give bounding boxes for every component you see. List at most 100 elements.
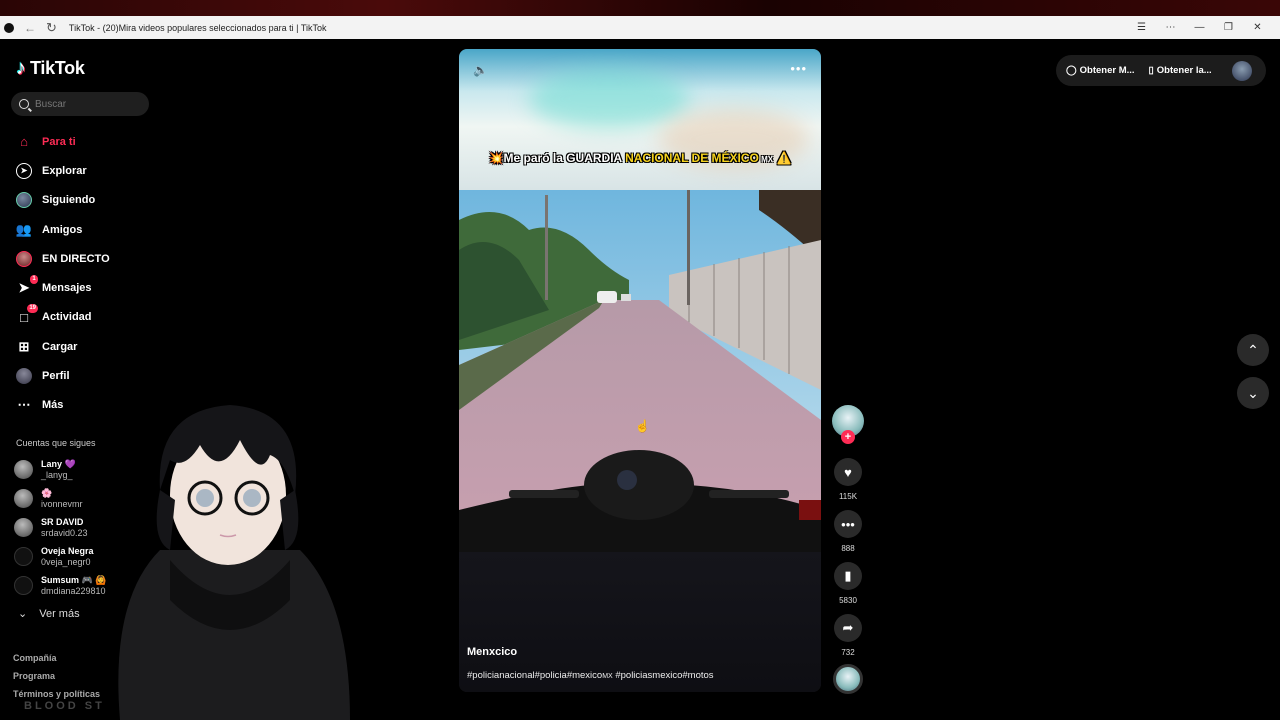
hashtags-part[interactable]: #policiasmexico#motos [613,670,713,681]
footer-link-company[interactable]: Compañía [13,649,100,667]
account-name: 🌸 [41,487,53,498]
home-icon: ⌂ [20,134,28,150]
following-section-title: Cuentas que sigues [16,438,96,448]
tiktok-favicon-icon [4,22,14,33]
coin-icon: ◯ [1066,65,1077,76]
video-hashtags: #policianacional#policia#mexicoMX #polic… [467,670,714,681]
video-author[interactable]: Menxcico [467,646,517,658]
sidebar-item-mensajes[interactable]: ➤ 1 Mensajes [0,273,160,302]
activity-badge: 19 [27,304,38,314]
sidebar-item-label: Perfil [42,370,70,383]
video-frame [459,190,821,552]
hashtags-small: MX [602,673,613,680]
sidebar-item-label: Explorar [42,164,87,177]
upload-icon: ⊞ [18,338,30,354]
translate-icon[interactable]: ☰ [1127,22,1156,33]
see-more-button[interactable]: ⌄ Ver más [18,607,80,621]
save-button[interactable]: ▮ [834,562,862,590]
chevron-down-icon: ⌄ [1247,384,1259,401]
bookmark-icon: ▮ [844,568,852,583]
account-handle: ivonnevmr [41,498,83,509]
account-name: Lany 💜 [41,458,76,469]
video-caption-overlay: 💥Me paró la GUARDIA NACIONAL DE MÉXICO M… [459,151,821,165]
sidebar-item-label: Actividad [42,311,92,324]
sidebar-item-amigos[interactable]: 👥 Amigos [0,215,160,244]
hand-cursor-icon: ☝ [635,419,650,433]
activity-icon: □ 19 [20,304,38,325]
sidebar-item-cargar[interactable]: ⊞ Cargar [0,332,160,361]
caption-small: MX [758,155,774,164]
video-top-frame [459,49,821,190]
footer-links: Compañía Programa Términos y políticas [13,649,100,703]
comment-count: 888 [841,544,855,553]
sidebar-item-label: Siguiendo [42,194,96,207]
sidebar-item-label: Para ti [42,135,76,148]
avatar [14,460,33,479]
footer-link-program[interactable]: Programa [13,667,100,685]
more-options-icon[interactable]: ••• [790,61,807,76]
back-arrow-icon[interactable]: ← [24,21,36,35]
share-button[interactable]: ➦ [834,614,862,642]
sidebar-item-siguiendo[interactable]: Siguiendo [0,186,160,215]
chevron-down-icon: ⌄ [18,608,28,620]
comment-button[interactable]: ••• [834,510,862,538]
like-count: 115K [838,492,858,501]
next-video-button[interactable]: ⌄ [1237,377,1269,409]
sidebar-nav: ⌂ Para ti ➤ Explorar Siguiendo 👥 Amigos … [0,127,160,420]
account-handle: dmdiana229810 [41,585,106,596]
friends-icon: 👥 [15,221,33,237]
get-app-button[interactable]: ▯ Obtener la... [1149,65,1212,76]
caption-text: 💥Me paró la GUARDIA [488,151,626,165]
minimize-icon[interactable]: — [1185,22,1214,33]
volume-icon[interactable]: 🔈 [473,63,488,77]
reload-icon[interactable]: ↻ [46,20,57,36]
live-avatar-icon [16,250,32,267]
search-icon [19,99,29,109]
overlay-text: BLOOD ST [24,700,105,712]
browser-menu-icon[interactable]: ⋯ [1156,22,1185,33]
compass-icon: ➤ [16,162,32,179]
road-scene-image [459,190,821,552]
get-coins-button[interactable]: ◯ Obtener M... [1066,65,1135,76]
vtuber-avatar-overlay [118,405,350,720]
hashtags-part[interactable]: #policianacional#policia#mexico [467,670,602,681]
search-input[interactable] [35,98,135,110]
account-name: Oveja Negra [41,545,94,556]
account-handle: srdavid0.23 [41,527,88,538]
video-player[interactable]: 🔈 ••• 💥Me paró la GUARDIA NACIONAL DE MÉ… [459,49,821,692]
caption-warning: ⚠️ [773,151,792,165]
sidebar-item-en-directo[interactable]: EN DIRECTO [0,244,160,273]
following-avatar-icon [16,192,32,209]
sidebar-item-label: Amigos [42,223,83,236]
previous-video-button[interactable]: ⌃ [1237,334,1269,366]
sidebar-item-actividad[interactable]: □ 19 Actividad [0,303,160,332]
share-icon: ➦ [842,620,854,635]
user-avatar[interactable] [1232,60,1252,81]
account-name: Sumsum 🎮 🙆 [41,574,107,585]
window-top-strip [0,0,1280,16]
messages-icon: ➤ 1 [16,275,38,296]
browser-title-bar: ← ↻ TikTok - (20)Mira videos populares s… [0,16,1280,39]
avatar [14,547,33,566]
sidebar-item-para-ti[interactable]: ⌂ Para ti [0,127,160,156]
sidebar-item-label: Más [42,399,64,412]
avatar [14,518,33,537]
chevron-up-icon: ⌃ [1247,341,1259,358]
search-bar[interactable] [11,92,149,116]
tiktok-logo[interactable]: ♪ TikTok [16,57,85,80]
caption-highlight: NACIONAL DE MÉXICO [625,151,759,165]
profile-avatar-icon [16,368,32,385]
logo-text: TikTok [30,58,85,78]
restore-icon[interactable]: ❐ [1214,22,1243,33]
sidebar-item-perfil[interactable]: Perfil [0,361,160,390]
window-title: TikTok - (20)Mira videos populares selec… [68,22,327,33]
close-icon[interactable]: ✕ [1243,22,1272,33]
comment-icon: ••• [841,516,855,532]
sidebar-item-label: Mensajes [42,282,92,295]
get-app-bar: ◯ Obtener M... ▯ Obtener la... [1056,55,1266,86]
like-button[interactable]: ♥ [834,458,862,486]
sidebar-item-explorar[interactable]: ➤ Explorar [0,156,160,185]
account-name: SR DAVID [41,516,84,527]
follow-plus-icon[interactable]: + [841,430,855,444]
music-disc-icon[interactable] [833,664,863,694]
